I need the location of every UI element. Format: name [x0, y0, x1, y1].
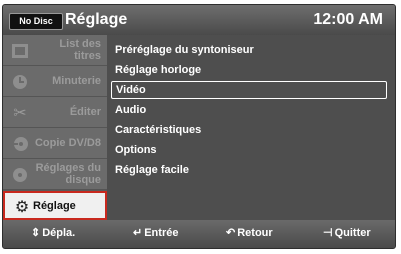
copy-disc-icon [11, 135, 29, 153]
sidebar-item-setup[interactable]: ⚙ Réglage [3, 191, 107, 220]
page-title: Réglage [65, 11, 128, 28]
sidebar-item-copy[interactable]: Copie DV/D8 [3, 128, 107, 159]
footer-bar: ⇕ Dépla. ↵ Entrée ↶ Retour ⊣ Quitter [3, 220, 395, 248]
enter-icon: ↵ [133, 227, 143, 239]
sidebar-item-label: Éditer [69, 106, 101, 118]
menu-item-audio[interactable]: Audio [111, 101, 387, 119]
timer-icon [11, 73, 29, 91]
no-disc-badge: No Disc [9, 13, 63, 30]
exit-icon: ⊣ [323, 227, 333, 239]
enter-hint: ↵ Entrée [133, 226, 179, 240]
menu-item-options[interactable]: Options [111, 141, 387, 159]
sidebar-item-label: List des titres [59, 38, 101, 62]
menu-item-video[interactable]: Vidéo [111, 81, 387, 99]
sidebar-item-title-list[interactable]: List des titres [3, 35, 107, 66]
sidebar-item-label: Minuterie [52, 75, 101, 87]
back-hint: ↶ Retour [226, 226, 273, 240]
sidebar-item-disc-settings[interactable]: Réglages du disque [3, 159, 107, 190]
return-icon: ↶ [226, 227, 236, 239]
sidebar-item-label: Copie DV/D8 [34, 137, 101, 149]
header-bar: No Disc Réglage 12:00 AM [3, 5, 395, 35]
clock: 12:00 AM [313, 11, 383, 28]
settings-menu: Préréglage du syntoniseur Réglage horlog… [107, 35, 395, 220]
menu-item-easy-setup[interactable]: Réglage facile [111, 161, 387, 179]
scissors-icon: ✂ [13, 105, 27, 122]
menu-item-features[interactable]: Caractéristiques [111, 121, 387, 139]
up-down-arrow-icon: ⇕ [31, 227, 41, 239]
title-list-icon [11, 42, 29, 60]
sidebar-item-label: Réglages du disque [35, 162, 101, 186]
menu-window: No Disc Réglage 12:00 AM List des titres… [2, 4, 396, 249]
exit-hint: ⊣ Quitter [323, 226, 371, 240]
disc-settings-icon [11, 166, 29, 184]
sidebar-item-timer[interactable]: Minuterie [3, 66, 107, 97]
menu-item-clock-setup[interactable]: Réglage horloge [111, 61, 387, 79]
sidebar-item-edit[interactable]: ✂ Éditer [3, 97, 107, 128]
gear-icon: ⚙ [14, 199, 30, 216]
move-hint: ⇕ Dépla. [31, 226, 76, 240]
sidebar: List des titres Minuterie ✂ Éditer Copie… [3, 35, 107, 220]
sidebar-item-label: Réglage [33, 199, 76, 212]
menu-item-tuner-preset[interactable]: Préréglage du syntoniseur [111, 41, 387, 59]
